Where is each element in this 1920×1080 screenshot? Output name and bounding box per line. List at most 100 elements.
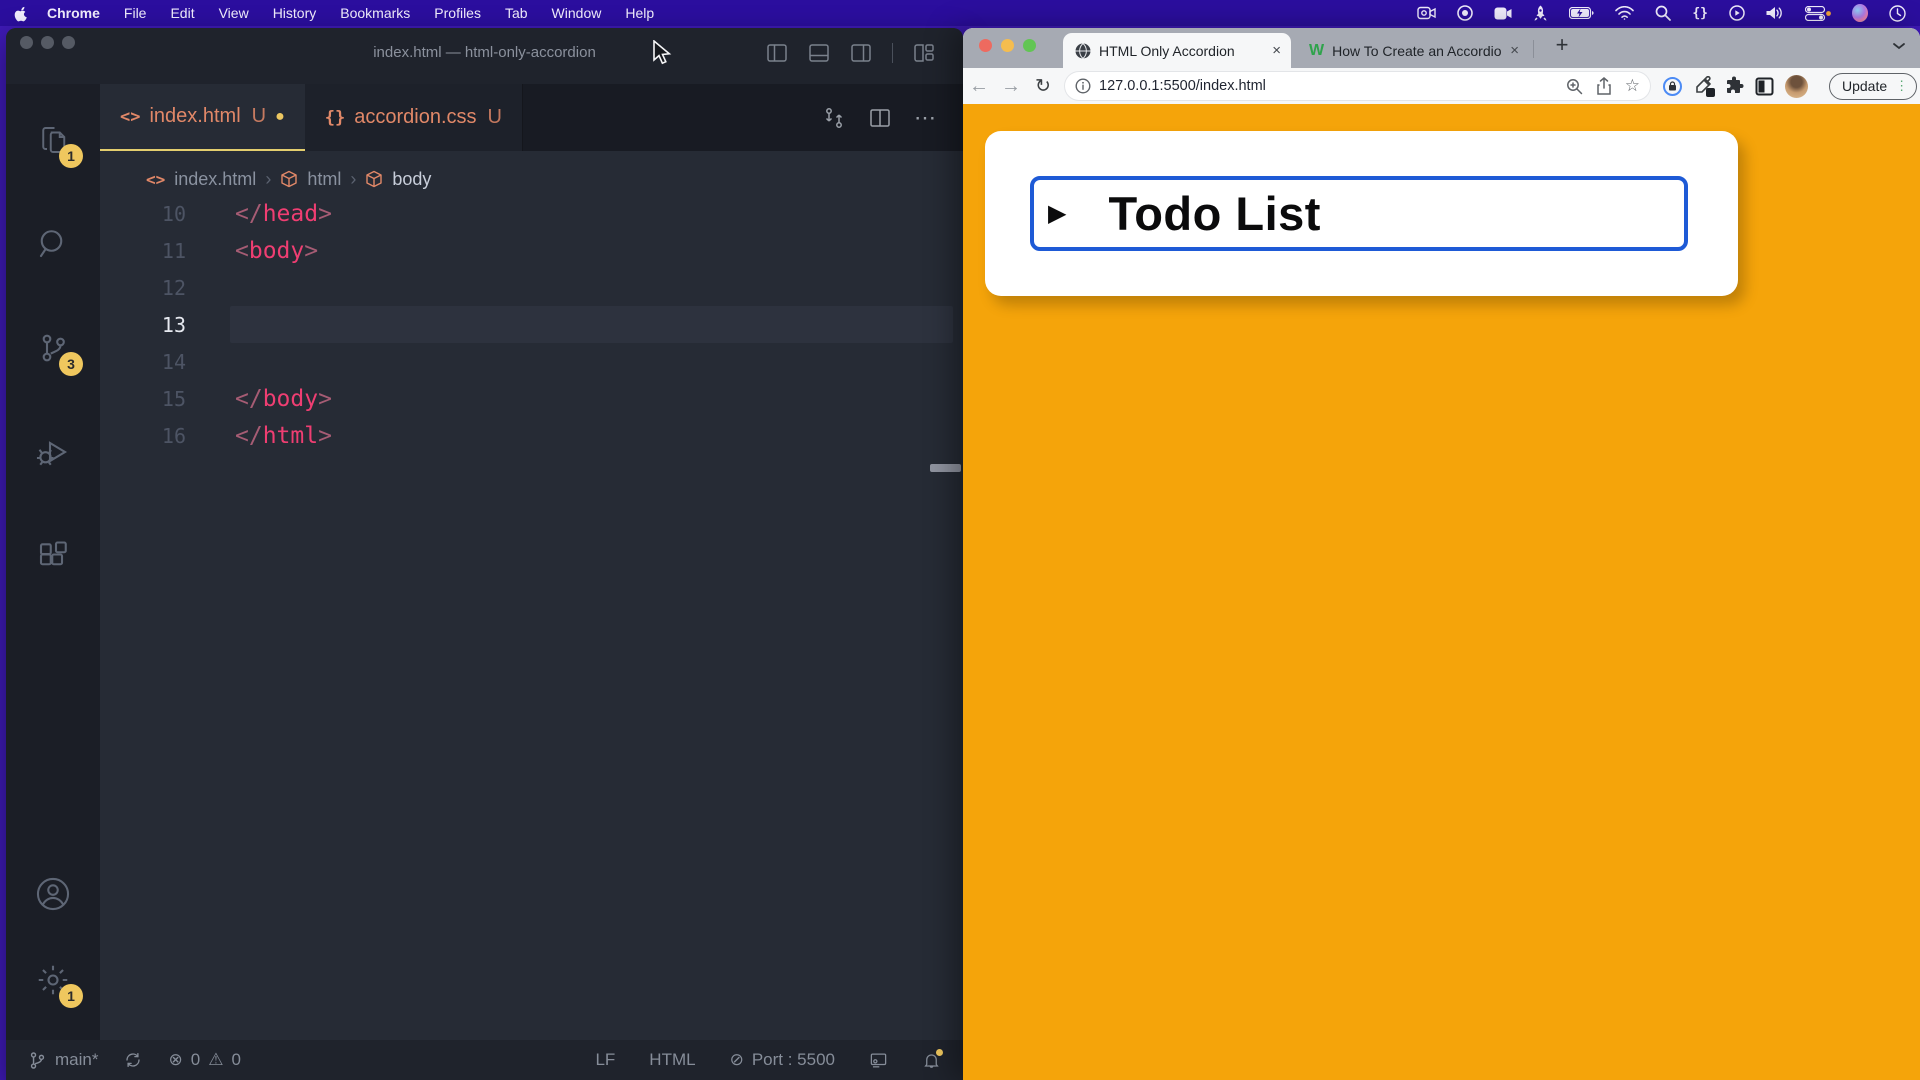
video-icon[interactable] xyxy=(1494,4,1512,22)
zoom-button[interactable] xyxy=(1023,39,1036,52)
symbol-cube-icon xyxy=(280,170,298,188)
customize-layout-icon[interactable] xyxy=(913,42,935,64)
warnings-icon: ⚠ xyxy=(208,1050,223,1070)
clock-icon[interactable] xyxy=(1889,4,1906,22)
chrome-tab-how-to-create-accordion[interactable]: W How To Create an Accordion × xyxy=(1297,33,1529,68)
reload-button[interactable]: ↻ xyxy=(1027,75,1059,98)
bookmark-star-icon[interactable]: ☆ xyxy=(1625,76,1640,96)
toggle-sidebar-icon[interactable] xyxy=(766,42,788,64)
problems-status[interactable]: ⊗ 0 ⚠ 0 xyxy=(168,1050,240,1070)
extensions-puzzle-icon[interactable] xyxy=(1724,76,1744,96)
code-line-15[interactable]: 15 </body> xyxy=(100,380,963,417)
unsaved-dot-icon[interactable]: ● xyxy=(275,108,285,126)
code-line-12[interactable]: 12 xyxy=(100,269,963,306)
tab-index-html[interactable]: <> index.html U ● xyxy=(100,84,305,151)
menubar-menus: Chrome File Edit View History Bookmarks … xyxy=(47,5,654,21)
eol-indicator[interactable]: LF xyxy=(595,1050,615,1070)
code-line-11[interactable]: 11 <body> xyxy=(100,232,963,269)
code-line-10[interactable]: 10 </head> xyxy=(100,195,963,232)
open-changes-icon[interactable] xyxy=(822,106,846,130)
menubar-item-profiles[interactable]: Profiles xyxy=(434,5,481,21)
resize-sash-handle[interactable] xyxy=(930,464,961,472)
tab-search-chevron-icon[interactable] xyxy=(1892,41,1906,51)
play-circle-icon[interactable] xyxy=(1729,4,1745,22)
search-icon[interactable] xyxy=(1655,4,1671,22)
source-control-badge: 3 xyxy=(59,352,83,376)
volume-icon[interactable] xyxy=(1766,4,1784,22)
extension-icons: Update ⋮ xyxy=(1663,73,1917,100)
back-button[interactable]: ← xyxy=(963,75,995,98)
code-line-14[interactable]: 14 xyxy=(100,343,963,380)
update-menu-dots-icon: ⋮ xyxy=(1895,78,1908,94)
chrome-tabstrip: HTML Only Accordion × W How To Create an… xyxy=(963,28,1920,68)
code-line-16[interactable]: 16 </html> xyxy=(100,417,963,454)
run-debug-icon[interactable] xyxy=(27,426,79,478)
close-tab-icon[interactable]: × xyxy=(1510,42,1519,59)
menubar-item-history[interactable]: History xyxy=(273,5,317,21)
toggle-panel-icon[interactable] xyxy=(808,42,830,64)
vscode-tabbar: <> index.html U ● {} accordion.css U ⋯ xyxy=(100,84,963,151)
control-center-icon[interactable] xyxy=(1805,4,1831,22)
details-marker-icon[interactable]: ▶ xyxy=(1048,199,1066,228)
settings-gear-icon[interactable]: 1 xyxy=(27,954,79,1006)
site-info-icon[interactable] xyxy=(1075,78,1091,94)
profile-avatar[interactable] xyxy=(1785,75,1808,98)
toggle-secondary-sidebar-icon[interactable] xyxy=(850,42,872,64)
code-editor[interactable]: 10 </head> 11 <body> 12 13 14 15 </body>… xyxy=(100,195,963,454)
apple-icon[interactable] xyxy=(14,5,29,22)
menubar-item-tab[interactable]: Tab xyxy=(505,5,528,21)
explorer-icon[interactable]: 1 xyxy=(27,114,79,166)
git-branch-status[interactable]: main* xyxy=(28,1050,98,1070)
more-actions-icon[interactable]: ⋯ xyxy=(914,105,937,131)
forward-button[interactable]: → xyxy=(995,75,1027,98)
todo-accordion-summary[interactable]: ▶ Todo List xyxy=(1030,176,1688,251)
update-button[interactable]: Update ⋮ xyxy=(1829,73,1917,100)
close-tab-icon[interactable]: × xyxy=(1272,42,1281,59)
w3schools-favicon: W xyxy=(1309,42,1324,60)
vscode-titlebar[interactable]: index.html — html-only-accordion xyxy=(6,28,963,84)
menubar-item-bookmarks[interactable]: Bookmarks xyxy=(340,5,410,21)
share-icon[interactable] xyxy=(1596,77,1612,95)
source-control-icon[interactable]: 3 xyxy=(27,322,79,374)
sync-status[interactable] xyxy=(124,1051,142,1069)
split-editor-icon[interactable] xyxy=(868,106,892,130)
minimize-button[interactable] xyxy=(1001,39,1014,52)
menubar-item-edit[interactable]: Edit xyxy=(170,5,194,21)
tab-accordion-css[interactable]: {} accordion.css U xyxy=(305,84,523,151)
menubar-item-help[interactable]: Help xyxy=(625,5,654,21)
address-bar[interactable]: 127.0.0.1:5500/index.html ☆ xyxy=(1065,72,1650,100)
wifi-icon[interactable] xyxy=(1615,4,1634,22)
siri-icon[interactable] xyxy=(1852,4,1868,22)
menubar-item-file[interactable]: File xyxy=(124,5,147,21)
screen-record-icon[interactable] xyxy=(1457,4,1473,22)
url-text[interactable]: 127.0.0.1:5500/index.html xyxy=(1099,78,1566,94)
dark-mode-extension-icon[interactable] xyxy=(1755,77,1774,96)
live-server-status[interactable]: ⊘ Port : 5500 xyxy=(730,1050,835,1070)
rocket-icon[interactable] xyxy=(1533,4,1548,22)
chrome-tab-html-only-accordion[interactable]: HTML Only Accordion × xyxy=(1063,33,1291,68)
notification-dot xyxy=(936,1049,943,1056)
breadcrumb-html[interactable]: html xyxy=(307,169,341,190)
tab-label: index.html xyxy=(149,105,240,128)
breadcrumb-body[interactable]: body xyxy=(392,169,431,190)
code-line-13-current[interactable]: 13 xyxy=(100,306,963,343)
camera-icon[interactable] xyxy=(1417,4,1436,22)
menubar-item-chrome[interactable]: Chrome xyxy=(47,5,100,21)
notifications-bell-icon[interactable] xyxy=(922,1051,941,1070)
new-tab-button[interactable]: + xyxy=(1547,32,1577,58)
battery-icon[interactable] xyxy=(1569,4,1594,22)
screencast-icon[interactable] xyxy=(869,1051,888,1070)
breadcrumb-file[interactable]: index.html xyxy=(174,169,256,190)
privacy-extension-icon[interactable] xyxy=(1663,77,1682,96)
close-button[interactable] xyxy=(979,39,992,52)
search-icon[interactable] xyxy=(27,218,79,270)
menubar-item-window[interactable]: Window xyxy=(552,5,602,21)
live-server-port: Port : 5500 xyxy=(752,1050,835,1070)
zoom-icon[interactable] xyxy=(1566,78,1583,95)
braces-icon[interactable]: {} xyxy=(1692,4,1708,22)
colorpicker-extension-icon[interactable] xyxy=(1693,76,1713,96)
account-icon[interactable] xyxy=(27,868,79,920)
language-mode[interactable]: HTML xyxy=(649,1050,695,1070)
extensions-icon[interactable] xyxy=(27,530,79,582)
menubar-item-view[interactable]: View xyxy=(219,5,249,21)
